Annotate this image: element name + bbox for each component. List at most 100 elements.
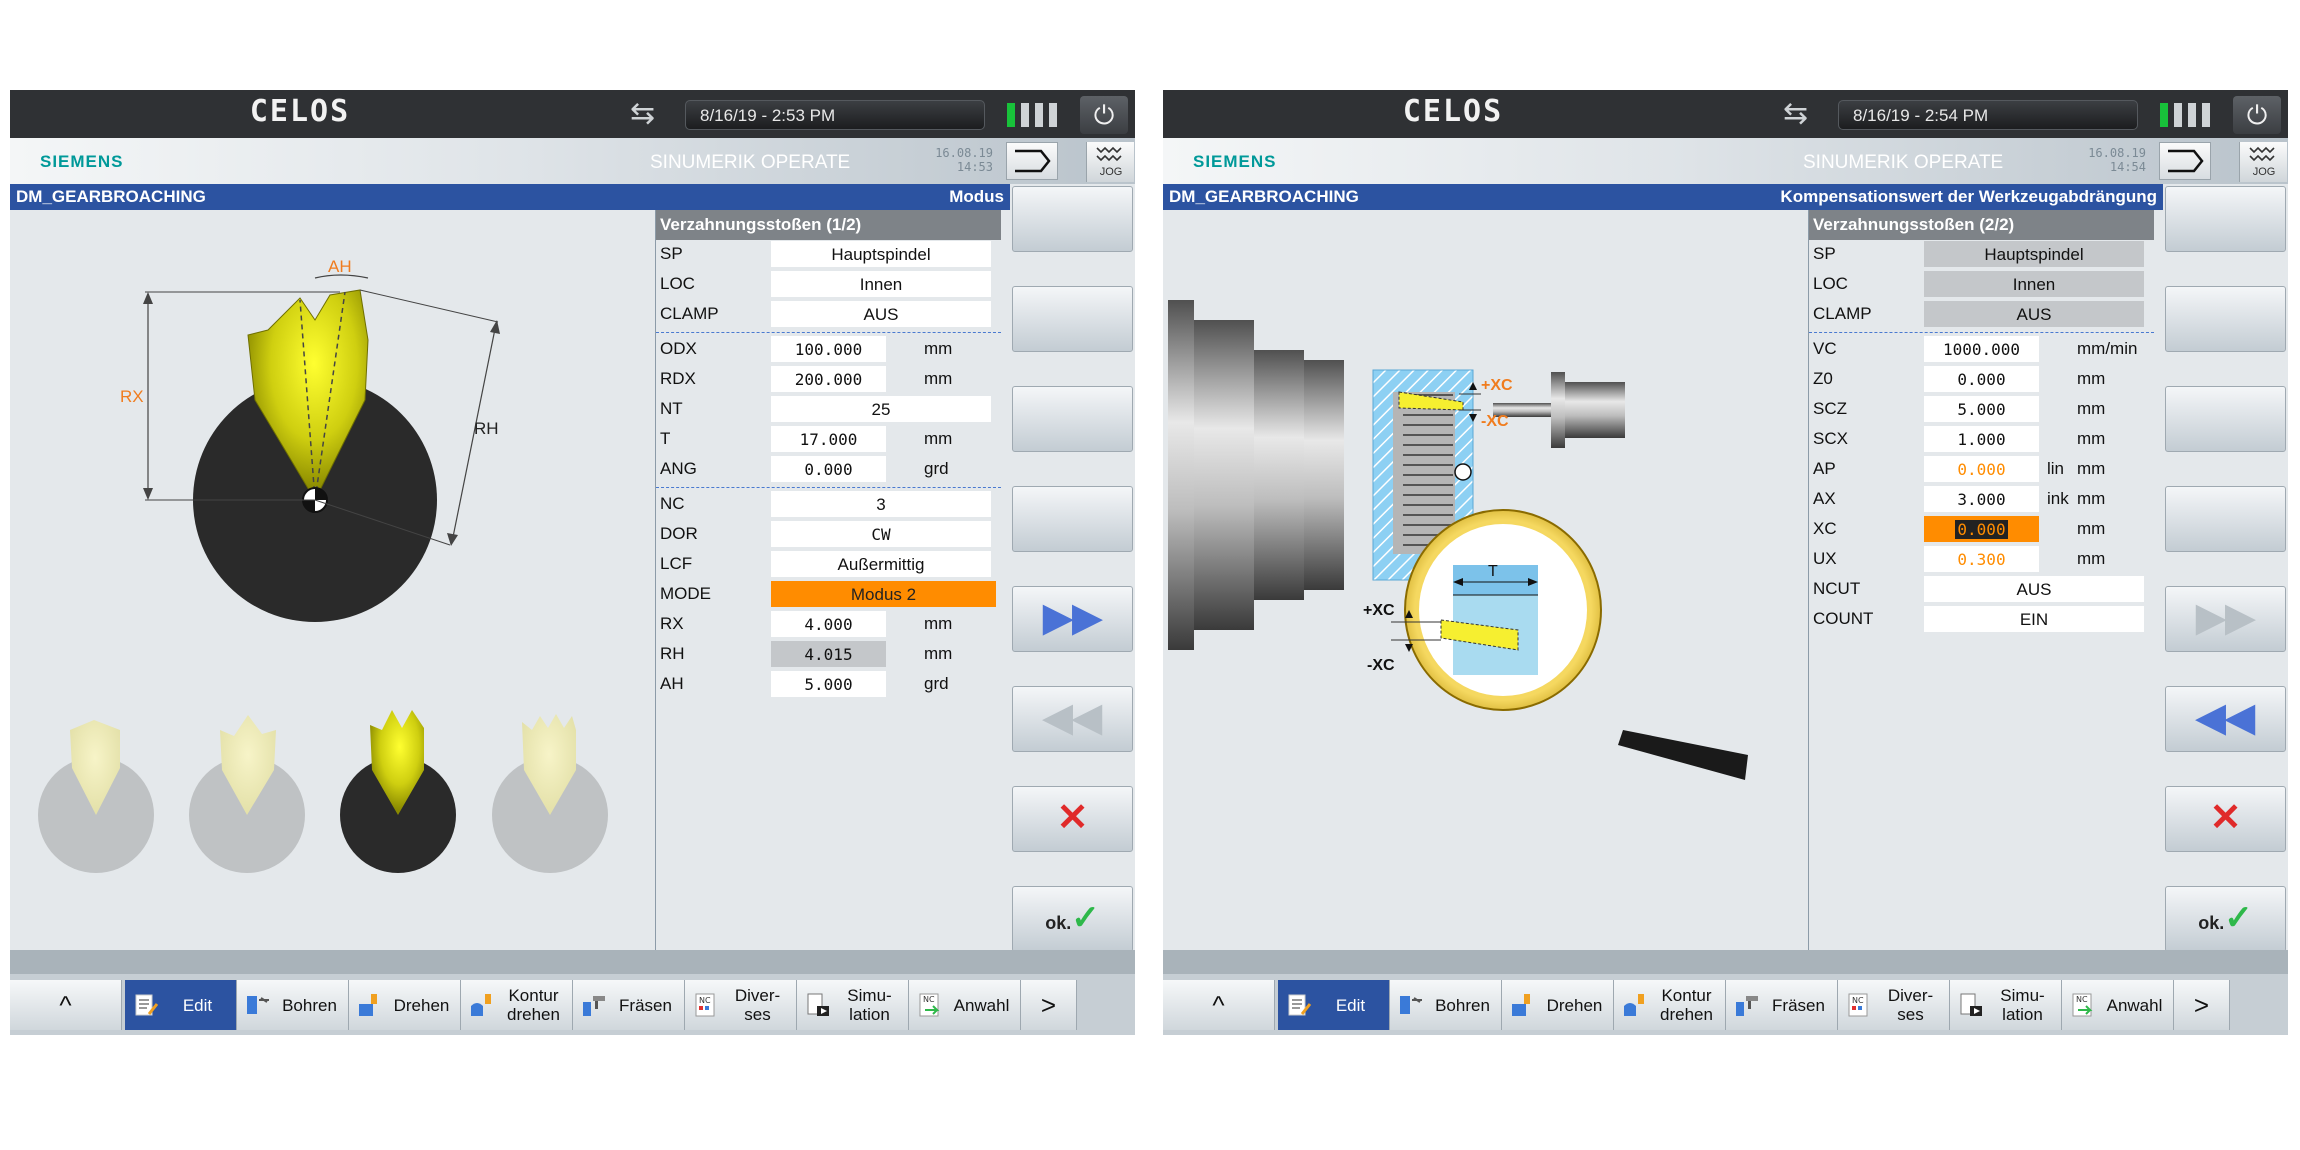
magnifier-handle	[1618, 730, 1748, 780]
edit-button[interactable]: Edit	[1278, 980, 1390, 1030]
up-button[interactable]: ^	[10, 980, 122, 1030]
row-rdx: RDX 200.000 mm	[656, 365, 1001, 393]
mode-thumbnail-3-selected[interactable]	[340, 710, 456, 873]
prev-page-button[interactable]: ◀◀	[2165, 686, 2286, 752]
anwahl-label: Anwahl	[953, 995, 1010, 1015]
row-ap: AP 0.000 lin mm	[1809, 455, 2154, 483]
simulation-label-1: Simu-	[847, 986, 892, 1005]
kontur-drehen-button[interactable]: Kontur drehen	[461, 980, 573, 1030]
minus-xc-label: -XC	[1481, 413, 1509, 430]
ah-input[interactable]: 5.000	[771, 671, 886, 697]
scx-input[interactable]: 1.000	[1924, 426, 2039, 452]
form-title: Verzahnungsstoßen (2/2)	[1809, 210, 2154, 240]
row-ang: ANG 0.000 grd	[656, 455, 1001, 483]
nc-select-icon: NC	[2072, 993, 2093, 1017]
anwahl-button[interactable]: NC Anwahl	[2062, 980, 2174, 1030]
diverses-label-2: ses	[744, 1005, 771, 1024]
anwahl-button[interactable]: NC Anwahl	[909, 980, 1021, 1030]
next-softkeys-button[interactable]: >	[2174, 980, 2230, 1030]
param-unit: mm	[924, 339, 953, 358]
nt-input[interactable]: 25	[771, 396, 991, 422]
vc-input[interactable]: 1000.000	[1924, 336, 2039, 362]
ncut-field[interactable]: AUS	[1924, 576, 2144, 602]
ok-button[interactable]: ok.✓	[2165, 886, 2286, 952]
next-softkeys-button[interactable]: >	[1021, 980, 1077, 1030]
next-label: >	[2193, 989, 2210, 1020]
ax-input[interactable]: 3.000	[1924, 486, 2039, 512]
next-page-button[interactable]: ▶▶	[2165, 586, 2286, 652]
z0-input[interactable]: 0.000	[1924, 366, 2039, 392]
loc-field[interactable]: Innen	[771, 271, 991, 297]
sinumerik-header: SIEMENS SINUMERIK OPERATE 16.08.19 14:54 …	[1163, 138, 2288, 184]
softkey-2[interactable]	[2165, 286, 2286, 352]
prev-page-button[interactable]: ◀◀	[1012, 686, 1133, 752]
t-input[interactable]: 17.000	[771, 426, 886, 452]
bohren-button[interactable]: Bohren	[1390, 980, 1502, 1030]
param-label: RH	[660, 644, 685, 663]
power-button[interactable]: ⏻	[1080, 96, 1128, 134]
softkey-4[interactable]	[2165, 486, 2286, 552]
mode-thumbnail-4[interactable]	[492, 714, 608, 873]
ap-input[interactable]: 0.000	[1924, 456, 2039, 482]
signal-bars-icon	[2160, 103, 2212, 127]
switch-arrows-icon[interactable]: ⇆	[1783, 99, 1808, 129]
sp-field[interactable]: Hauptspindel	[771, 241, 991, 267]
param-unit: mm	[2077, 369, 2106, 388]
simulation-button[interactable]: Simu-lation	[1950, 980, 2062, 1030]
celos-logo: CELOS	[1402, 94, 1504, 129]
count-field[interactable]: EIN	[1924, 606, 2144, 632]
param-label: CLAMP	[1813, 304, 1872, 323]
param-unit: mm	[2077, 459, 2106, 478]
softkey-1[interactable]	[2165, 186, 2286, 252]
kontur-drehen-button[interactable]: Kontur drehen	[1614, 980, 1726, 1030]
rx-label: RX	[120, 387, 144, 406]
nc-input[interactable]: 3	[771, 491, 991, 517]
cancel-button[interactable]: ✕	[1012, 786, 1133, 852]
dor-field[interactable]: CW	[771, 521, 991, 547]
drehen-button[interactable]: Drehen	[1502, 980, 1614, 1030]
ang-input[interactable]: 0.000	[771, 456, 886, 482]
power-button[interactable]: ⏻	[2233, 96, 2281, 134]
edit-button[interactable]: Edit	[125, 980, 237, 1030]
bohren-button[interactable]: Bohren	[237, 980, 349, 1030]
softkey-3[interactable]	[1012, 386, 1133, 452]
simulation-icon	[807, 993, 829, 1016]
double-right-arrow-icon: ▶▶	[2196, 597, 2255, 639]
softkey-4[interactable]	[1012, 486, 1133, 552]
fraesen-button[interactable]: Fräsen	[573, 980, 685, 1030]
up-button[interactable]: ^	[1163, 980, 1275, 1030]
row-ax: AX 3.000 ink mm	[1809, 485, 2154, 513]
odx-input[interactable]: 100.000	[771, 336, 886, 362]
clamp-field[interactable]: AUS	[771, 301, 991, 327]
mode-field-selected[interactable]: Modus 2	[771, 581, 996, 607]
ap-mode[interactable]: lin	[2047, 455, 2064, 483]
scz-input[interactable]: 5.000	[1924, 396, 2039, 422]
lcf-field[interactable]: Außermittig	[771, 551, 991, 577]
param-label: AX	[1813, 489, 1836, 508]
mode-thumbnail-1[interactable]	[38, 720, 154, 873]
ax-mode[interactable]: ink	[2047, 485, 2069, 513]
simulation-button[interactable]: Simu-lation	[797, 980, 909, 1030]
ok-button[interactable]: ok.✓	[1012, 886, 1133, 952]
status-bar	[1163, 950, 2288, 974]
drehen-button[interactable]: Drehen	[349, 980, 461, 1030]
ux-input[interactable]: 0.300	[1924, 546, 2039, 572]
mode-thumbnail-2[interactable]	[189, 715, 305, 873]
diverses-button[interactable]: NC Diver-ses	[685, 980, 797, 1030]
fraesen-button[interactable]: Fräsen	[1726, 980, 1838, 1030]
rdx-input[interactable]: 200.000	[771, 366, 886, 392]
cancel-button[interactable]: ✕	[2165, 786, 2286, 852]
rx-input[interactable]: 4.000	[771, 611, 886, 637]
drehen-label: Drehen	[1546, 995, 1603, 1015]
param-unit: mm	[2077, 519, 2106, 538]
edit-icon	[135, 994, 159, 1016]
softkey-1[interactable]	[1012, 186, 1133, 252]
softkey-2[interactable]	[1012, 286, 1133, 352]
row-scx: SCX 1.000 mm	[1809, 425, 2154, 453]
celos-top-bar: CELOS ⇆ 8/16/19 - 2:53 PM ⏻	[10, 90, 1135, 138]
switch-arrows-icon[interactable]: ⇆	[630, 99, 655, 129]
next-page-button[interactable]: ▶▶	[1012, 586, 1133, 652]
diverses-button[interactable]: NC Diver-ses	[1838, 980, 1950, 1030]
softkey-3[interactable]	[2165, 386, 2286, 452]
xc-input-selected[interactable]: 0.000	[1924, 516, 2039, 542]
